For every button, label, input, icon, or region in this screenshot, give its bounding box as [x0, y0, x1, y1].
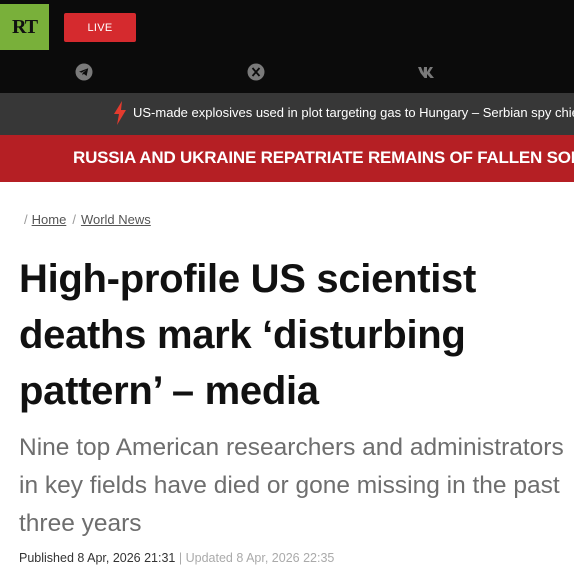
- vk-icon[interactable]: [417, 62, 437, 82]
- breadcrumb: / Home / World News: [24, 212, 151, 227]
- lightning-icon: [114, 101, 126, 125]
- logo-text: RT: [11, 15, 38, 38]
- news-ticker[interactable]: US-made explosives used in plot targetin…: [0, 93, 574, 135]
- breaking-news-banner[interactable]: RUSSIA AND UKRAINE REPATRIATE REMAINS OF…: [0, 135, 574, 182]
- updated-date: Updated 8 Apr, 2026 22:35: [185, 551, 335, 565]
- article-summary: Nine top American researchers and admini…: [19, 434, 564, 537]
- site-header: RT LIVE: [0, 0, 574, 93]
- published-date: Published 8 Apr, 2026 21:31: [19, 551, 176, 565]
- article-meta: Published 8 Apr, 2026 21:31 | Updated 8 …: [19, 551, 334, 565]
- breadcrumb-separator: /: [24, 212, 28, 227]
- x-icon[interactable]: [246, 62, 266, 82]
- breadcrumb-world-news[interactable]: World News: [81, 212, 151, 227]
- meta-separator: |: [178, 551, 186, 565]
- live-label: LIVE: [87, 21, 113, 34]
- rt-logo[interactable]: RT: [0, 4, 49, 50]
- breadcrumb-home[interactable]: Home: [32, 212, 67, 227]
- live-button[interactable]: LIVE: [64, 13, 136, 42]
- telegram-icon[interactable]: [74, 62, 94, 82]
- breadcrumb-separator: /: [72, 212, 76, 227]
- breaking-headline[interactable]: RUSSIA AND UKRAINE REPATRIATE REMAINS OF…: [73, 148, 574, 168]
- ticker-headline[interactable]: US-made explosives used in plot targetin…: [133, 105, 574, 120]
- article-title: High-profile US scientist deaths mark ‘d…: [19, 257, 476, 413]
